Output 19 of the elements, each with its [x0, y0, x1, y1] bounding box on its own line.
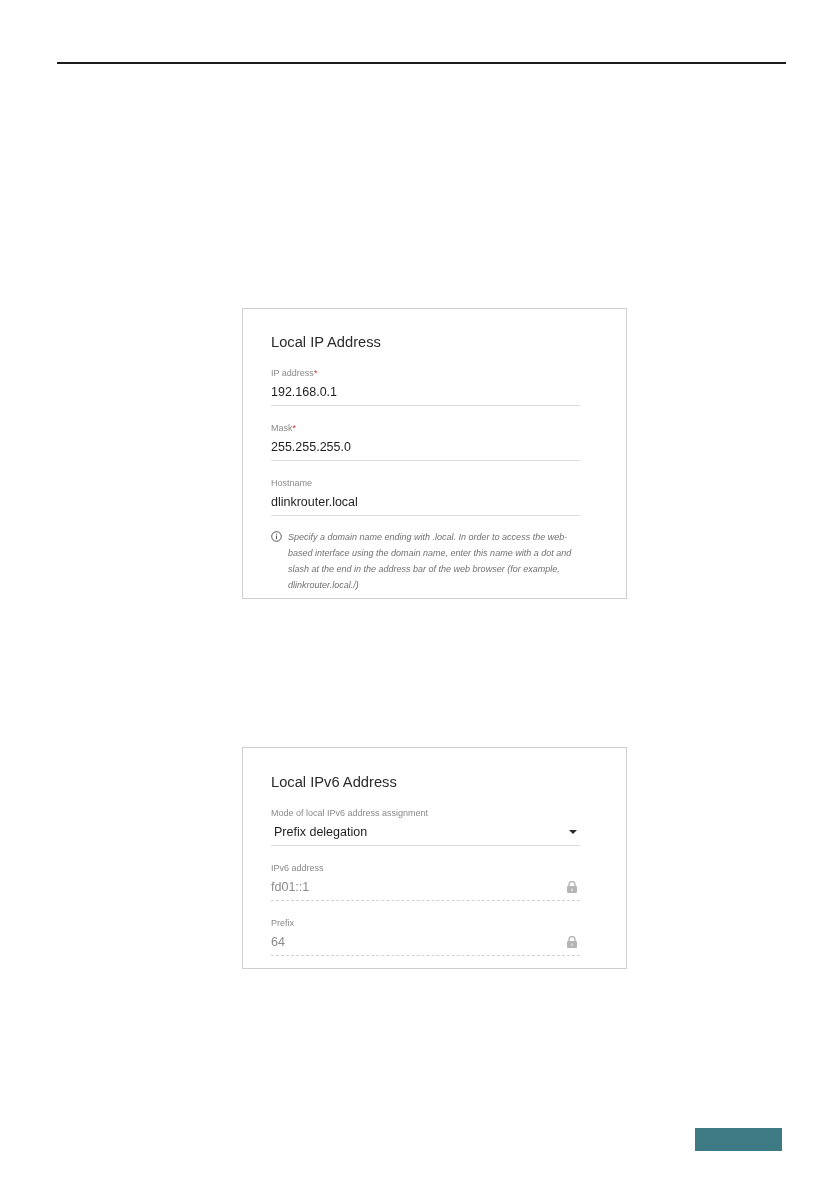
field-label: Hostname — [271, 477, 313, 489]
hint-text: Specify a domain name ending with .local. In order to access the web-based interface using the domain name, enter this name with a dot and slash at the end in the address bar of the web browser (for example, dlinkrouter.local./) — [288, 531, 573, 592]
field-label: Prefix — [271, 917, 294, 929]
card-title: Local IP Address — [271, 333, 382, 351]
input-field[interactable]: 64 — [271, 933, 580, 956]
lock-icon — [567, 936, 577, 948]
input-field[interactable]: 192.168.0.1 — [271, 383, 580, 406]
caret-icon — [569, 830, 577, 834]
field-label: IP address* — [271, 367, 318, 379]
field-label: Mask* — [271, 422, 297, 434]
info-icon — [271, 531, 282, 542]
card-title: Local IPv6 Address — [271, 773, 398, 791]
lock-icon — [567, 881, 577, 893]
field-label: Mode of local IPv6 address assignment — [271, 807, 429, 819]
input-field[interactable]: fd01::1 — [271, 878, 580, 901]
dropdown-field[interactable]: Prefix delegation — [271, 823, 580, 846]
input-field[interactable]: 255.255.255.0 — [271, 438, 580, 461]
input-field[interactable]: dlinkrouter.local — [271, 493, 580, 516]
field-label: IPv6 address — [271, 862, 324, 874]
